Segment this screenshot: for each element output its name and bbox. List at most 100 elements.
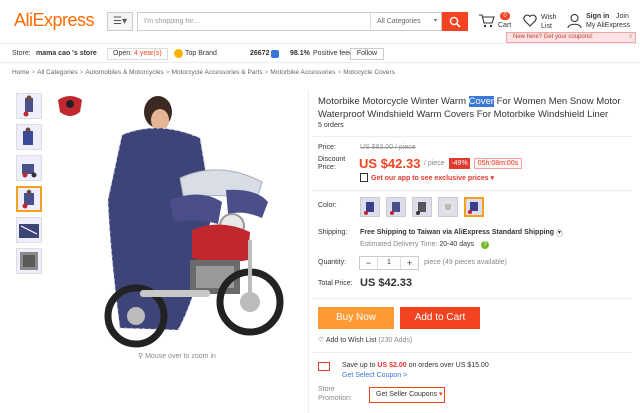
color-option-selected[interactable] — [464, 197, 484, 217]
color-option[interactable] — [360, 197, 380, 217]
chevron-down-icon: ▾ — [433, 18, 437, 24]
delivery-time-label: Estimated Delivery Time: — [360, 241, 438, 248]
wish-list-link[interactable]: Wish List — [541, 13, 557, 31]
menu-icon: ☰▾ — [113, 16, 127, 27]
divider — [312, 352, 632, 353]
shipping-label: Shipping: — [318, 229, 348, 236]
thumbnail[interactable] — [16, 155, 42, 181]
color-option[interactable] — [386, 197, 406, 217]
delivery-time-value: 20-40 days — [439, 241, 475, 248]
breadcrumb-automobiles[interactable]: Automobiles & Motorcycles — [85, 69, 163, 76]
decrease-quantity-button[interactable]: − — [360, 257, 378, 269]
free-shipping-text: Free Shipping to Taiwan via AliExpress S… — [360, 229, 555, 236]
new-user-coupon-banner[interactable]: New here? Get your coupons! x — [506, 32, 636, 43]
orders-count: 5 orders — [318, 122, 344, 129]
promo-prefix: Save up to — [342, 362, 376, 369]
thumbnail[interactable] — [16, 248, 42, 274]
add-to-cart-button[interactable]: Add to Cart — [400, 307, 480, 329]
product-title-part-1: Motorbike Motorcycle Winter Warm — [318, 96, 469, 107]
my-aliexpress-link[interactable]: My AliExpress — [586, 22, 630, 29]
aliexpress-logo[interactable]: AliExpress — [14, 10, 95, 31]
app-promo-link[interactable]: Get our app to see exclusive prices ▾ — [371, 174, 494, 182]
zoom-hint-text: Mouse over to zoom in — [145, 353, 216, 360]
top-brand-icon — [174, 49, 183, 58]
breadcrumb-all-categories[interactable]: All Categories — [37, 69, 77, 76]
zoom-hint: ⚲ Mouse over to zoom in — [138, 352, 216, 360]
color-label: Color: — [318, 202, 337, 209]
thumbnail-selected[interactable] — [16, 186, 42, 212]
original-price: US $83.00 / piece — [360, 144, 416, 151]
thumbnail[interactable] — [16, 217, 42, 243]
discount-percent-badge: -49% — [449, 158, 470, 169]
store-open-years: 4 year(s) — [134, 50, 162, 57]
help-icon[interactable]: ? — [481, 241, 489, 249]
store-bar: Store: mama cao 's store Open: 4 year(s)… — [0, 43, 640, 63]
site-header: AliExpress ☰▾ All Categories ▾ 0 Cart Wi… — [0, 0, 640, 43]
brand-badge-icon — [58, 96, 82, 116]
shipping-method[interactable]: Free Shipping to Taiwan via AliExpress S… — [360, 229, 564, 237]
cart-icon[interactable] — [478, 13, 495, 28]
store-name-link[interactable]: mama cao 's store — [36, 50, 97, 57]
thumbnail[interactable] — [16, 93, 42, 119]
discount-label-line-1: Discount — [318, 156, 346, 163]
discount-label-line-2: Price: — [318, 164, 336, 171]
wish-list-count: (230 Adds) — [378, 337, 413, 344]
store-label: Store: — [12, 50, 31, 57]
chevron-down-icon: ▾ — [556, 229, 564, 237]
follow-store-button[interactable]: Follow — [350, 48, 384, 60]
heart-icon[interactable] — [523, 14, 537, 27]
store-age-badge: Open: 4 year(s) — [107, 48, 168, 60]
user-icon[interactable] — [567, 13, 582, 29]
increase-quantity-button[interactable]: + — [400, 257, 418, 269]
color-option[interactable] — [438, 197, 458, 217]
wish-label-line-1: Wish — [541, 14, 557, 21]
categories-menu-button[interactable]: ☰▾ — [107, 12, 133, 31]
product-title: Motorbike Motorcycle Winter Warm Cover F… — [318, 95, 630, 121]
quantity-available: piece (49 pieces available) — [424, 259, 507, 266]
quantity-stepper: − 1 + — [359, 256, 419, 270]
breadcrumb-motorcycle-accessories[interactable]: Motorcycle Accessories & Parts — [172, 69, 263, 76]
search-input[interactable] — [138, 13, 370, 30]
promo-amount: US $2.00 — [377, 362, 407, 369]
quantity-input[interactable]: 1 — [378, 257, 400, 269]
chevron-down-icon: ▾ — [439, 391, 443, 398]
sign-in-link[interactable]: Sign in — [586, 13, 609, 20]
divider — [312, 298, 632, 299]
top-brand-label: Top Brand — [185, 50, 217, 57]
chevron-down-icon: ▾ — [490, 175, 494, 182]
search-category-select[interactable]: All Categories ▾ — [370, 13, 442, 30]
positive-feedback-percent: 98.1% — [290, 50, 310, 57]
search-box: All Categories ▾ — [137, 12, 442, 31]
breadcrumb-motorbike-accessories[interactable]: Motorbike Accessories — [270, 69, 335, 76]
discount-price-label: Discount Price: — [318, 156, 345, 172]
search-category-label: All Categories — [377, 18, 421, 25]
close-icon[interactable]: x — [629, 33, 632, 42]
breadcrumb-home[interactable]: Home — [12, 69, 29, 76]
breadcrumb-motocycle-covers[interactable]: Motocycle Covers — [343, 69, 395, 76]
get-select-coupon-link[interactable]: Get Select Coupon > — [342, 372, 407, 379]
seller-coupons-label: Get Seller Coupons — [376, 391, 438, 398]
product-title-highlight: Cover — [468, 96, 494, 107]
coupon-banner-text: New here? Get your coupons! — [513, 34, 593, 40]
cart-label[interactable]: Cart — [498, 22, 511, 29]
divider — [308, 90, 309, 413]
get-seller-coupons-dropdown[interactable]: Get Seller Coupons ▾ — [369, 387, 445, 403]
divider — [312, 190, 632, 191]
product-main-image[interactable] — [50, 90, 306, 348]
wish-label-line-2: List — [541, 23, 552, 30]
search-icon — [449, 16, 461, 28]
thumbnail[interactable] — [16, 124, 42, 150]
search-button[interactable] — [442, 12, 468, 31]
breadcrumb: Home > All Categories > Automobiles & Motorc… — [12, 69, 395, 76]
store-promotion-line-2: Promotion: — [318, 395, 352, 402]
store-promotion-line-1: Store — [318, 386, 335, 393]
buy-now-button[interactable]: Buy Now — [318, 307, 394, 329]
store-promotion-label: Store Promotion: — [318, 385, 352, 403]
delivery-time: Estimated Delivery Time: 20-40 days — [360, 241, 474, 248]
feedback-score[interactable]: 26672 — [250, 50, 269, 57]
store-open-label: Open: — [113, 50, 133, 57]
color-option[interactable] — [412, 197, 432, 217]
add-to-wish-list-link[interactable]: ♡ Add to Wish List (230 Adds) — [318, 336, 412, 344]
cart-count-badge: 0 — [500, 12, 510, 20]
join-link[interactable]: Join — [616, 13, 629, 20]
